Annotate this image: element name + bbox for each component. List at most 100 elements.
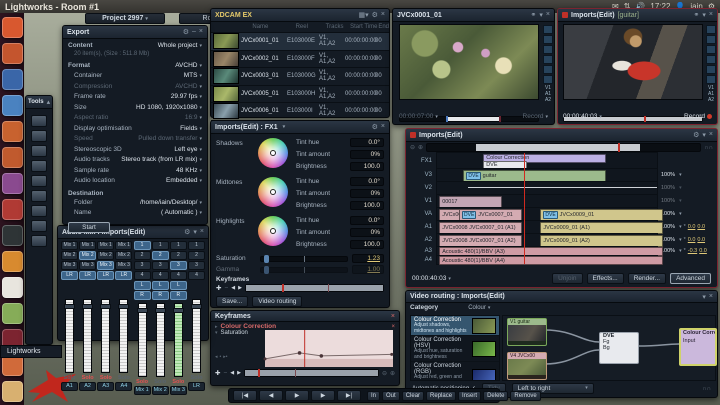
launcher-media-player[interactable] xyxy=(2,277,23,298)
edit-link-icon[interactable]: ⚭ xyxy=(694,11,700,19)
launcher-libreoffice-writer[interactable] xyxy=(2,95,23,116)
track-pct[interactable]: 100% xyxy=(661,198,675,204)
tablet-tool-icon[interactable] xyxy=(31,235,47,247)
keyframe-graph[interactable] xyxy=(263,330,395,367)
route-button-1[interactable]: 1 xyxy=(170,241,187,250)
solo-button[interactable]: Solo xyxy=(97,375,114,381)
start-button[interactable]: Start xyxy=(68,222,110,233)
fader-handle[interactable] xyxy=(137,308,148,313)
fx-param-value[interactable]: 0% xyxy=(350,228,384,237)
gain-value[interactable]: 0.0 xyxy=(699,248,707,254)
export-row-value-select[interactable]: HD 1080, 1920x1080▾ xyxy=(136,104,202,111)
fader-handle[interactable] xyxy=(118,304,129,309)
kf-next-button[interactable]: ▶ xyxy=(237,370,241,376)
track-label-fx1[interactable]: FX1 xyxy=(406,158,436,164)
fader-a3[interactable] xyxy=(101,299,110,373)
clip-guitar[interactable]: DVEguitar xyxy=(463,170,605,182)
clip-jvcx0008-jvcx0007-01-a2-[interactable]: JVCx0008 JVCx0007_01 (A2) xyxy=(439,235,522,247)
track-label-va[interactable]: VA xyxy=(406,211,436,217)
fader-handle[interactable] xyxy=(191,304,202,309)
go-start-button[interactable]: |◀ xyxy=(233,390,257,401)
bin-row-jvcx0005_01[interactable]: JVCx0005_01E103000HV1, A1,A200:00:00:000… xyxy=(211,86,389,104)
route-button-mix1[interactable]: Mix 1 xyxy=(115,241,132,250)
fx-kf-next-button[interactable]: ▶ xyxy=(238,285,242,291)
track-gain[interactable]: 100%▾ xyxy=(658,172,717,178)
kf-marker[interactable] xyxy=(295,369,296,377)
export-close-icon[interactable]: × xyxy=(199,28,203,36)
fx-param-value[interactable]: 0% xyxy=(350,150,384,159)
launcher-home-folder[interactable] xyxy=(2,43,23,64)
effect-delete-icon[interactable]: × xyxy=(391,324,395,330)
launcher-image-viewer[interactable] xyxy=(2,303,23,324)
route-button-r[interactable]: R xyxy=(134,291,151,300)
gain-value[interactable]: 0.0 xyxy=(688,237,696,243)
fader-mix2[interactable] xyxy=(156,303,165,377)
fx-video-routing-button[interactable]: Video routing xyxy=(252,296,302,307)
route-button-mix2[interactable]: Mix 2 xyxy=(115,251,132,260)
clip-jvcx0008-jvcx0007-01-a1-[interactable]: JVCx0008 JVCx0007_01 (A1) xyxy=(439,222,522,234)
export-minimize-icon[interactable]: – xyxy=(192,28,196,36)
route-button-mix1[interactable]: Mix 1 xyxy=(97,241,114,250)
viewer-tool-icon-fx[interactable] xyxy=(543,45,553,54)
action-replace-button[interactable]: Replace xyxy=(426,391,456,401)
kf-scrub-bar[interactable] xyxy=(244,369,379,377)
step-back-button[interactable]: ◀ xyxy=(259,390,283,401)
export-dest-value-select[interactable]: ( Automatic )▾ xyxy=(161,209,202,216)
fx-param-value[interactable]: 0.0° xyxy=(350,216,384,225)
route-button-2[interactable]: 2 xyxy=(170,251,187,260)
fx1-close-icon[interactable]: × xyxy=(381,123,385,131)
fx-kf-add-button[interactable]: ✚ xyxy=(216,284,221,292)
bin-close-icon[interactable]: × xyxy=(381,11,385,19)
bin-row-jvcx0006_01[interactable]: JVCx0006_01E103000IV1, A1,A200:00:00:000… xyxy=(211,103,389,121)
edit-video-frame[interactable] xyxy=(563,24,703,100)
timeline-scrub-cursor[interactable] xyxy=(618,143,620,152)
export-row-value-select[interactable]: Fields▾ xyxy=(180,125,202,132)
bin-row-jvcx0003_01[interactable]: JVCx0003_01E103000GV1, A1,A200:00:00:000… xyxy=(211,68,389,86)
export-row-value-select[interactable]: 29.97 fps▾ xyxy=(171,93,202,100)
category-colour-correction-rgb-[interactable]: Colour Correction (RGB)Adjust red, green… xyxy=(411,362,499,381)
slider-value[interactable]: 1.23 xyxy=(352,254,384,263)
track-lane[interactable]: JVCx0008DVEJVCx0007_01DVEJVCx0009_01 xyxy=(436,207,658,221)
timeline-button-render[interactable]: Render... xyxy=(628,273,666,284)
launcher-libreoffice-impress[interactable] xyxy=(2,121,23,142)
source-video-frame[interactable] xyxy=(399,24,539,100)
clip-jvcx0009-01-a1-[interactable]: JVCx0009_01 (A1) xyxy=(540,222,663,234)
gain-value[interactable]: 0.0 xyxy=(697,224,705,230)
track-pct[interactable]: 100% xyxy=(661,185,675,191)
route-button-3[interactable]: 3 xyxy=(170,261,187,270)
export-row-value-select[interactable]: AVCHD▾ xyxy=(175,62,202,69)
viewer-tool-icon-audio[interactable] xyxy=(543,55,553,64)
category-colour-correction-hsv-[interactable]: Colour Correction (HSV)Adjust hue, satur… xyxy=(411,336,499,362)
kf-zoomin-icon[interactable]: ⊕ xyxy=(390,370,395,377)
fader-handle[interactable] xyxy=(64,304,75,309)
category-colour-correction[interactable]: Colour CorrectionAdjust shadows, midtone… xyxy=(411,316,499,336)
route-button-r[interactable]: R xyxy=(170,291,187,300)
tab-project[interactable]: Project 2997▾ xyxy=(85,13,165,24)
edit-record-label[interactable]: Record xyxy=(684,113,705,120)
colour-wheel-highlights[interactable] xyxy=(258,216,288,246)
track-lane[interactable]: Acoustic 480(1)/BBV (A4) xyxy=(436,255,658,265)
group-tool-icon[interactable] xyxy=(31,220,47,232)
clip-jvcx0007-01[interactable]: DVEJVCx0007_01 xyxy=(459,209,522,221)
edit-timecode[interactable]: 00:00:40:03 xyxy=(563,113,597,120)
param-prev-key-icon[interactable]: ◂ xyxy=(215,354,218,360)
content-select[interactable]: Whole project▾ xyxy=(158,42,202,49)
viewer-tool-icon-grab[interactable] xyxy=(543,25,553,34)
track-pct[interactable]: 100% xyxy=(661,224,675,230)
export-settings-icon[interactable]: ⚙ xyxy=(183,28,189,36)
colour-wheel-shadows[interactable] xyxy=(258,138,288,168)
routing-fit-icon[interactable]: ∩∩ xyxy=(702,386,711,392)
viewer-tool-icon-settings[interactable] xyxy=(543,75,553,84)
bin-row-jvcx0001_01[interactable]: JVCx0001_01E103000EV1, A1,A200:00:00:000… xyxy=(211,33,389,51)
solo-button[interactable]: Solo xyxy=(152,379,169,385)
export-row-value-select[interactable]: MTS▾ xyxy=(184,72,202,79)
action-clear-button[interactable]: Clear xyxy=(402,391,424,401)
track-label-v2[interactable]: V2 xyxy=(406,185,436,191)
action-in-button[interactable]: In xyxy=(367,391,380,401)
kf-prev-button[interactable]: ◀ xyxy=(230,370,234,376)
route-button-mix1[interactable]: Mix 1 xyxy=(61,241,78,250)
grid-tool-icon[interactable] xyxy=(31,205,47,217)
route-button-1[interactable]: 1 xyxy=(152,241,169,250)
effect-expander-icon[interactable]: ▸ xyxy=(215,324,218,330)
track-lane[interactable] xyxy=(436,181,658,195)
